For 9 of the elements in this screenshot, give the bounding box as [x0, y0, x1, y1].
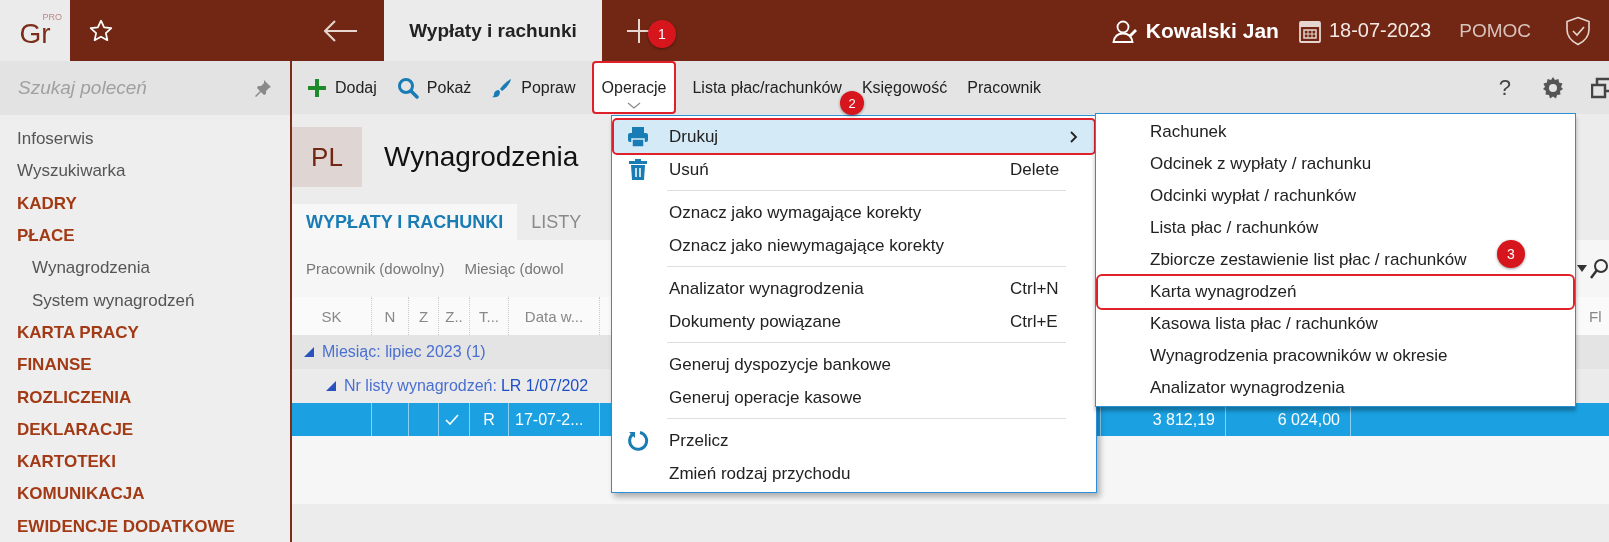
- table-cell: 3 812,19: [1152, 410, 1215, 429]
- group-label: Miesiąc: lipiec 2023 (1): [322, 343, 486, 361]
- table-cell: 6 024,00: [1277, 410, 1340, 429]
- group-label: Nr listy wynagrodzeń:: [344, 377, 497, 395]
- group-value: LR 1/07/202: [500, 377, 589, 395]
- page-title: Wynagrodzenia: [384, 141, 579, 173]
- table-cell: 17-07-2...: [515, 410, 584, 429]
- module-badge: PL: [292, 127, 362, 187]
- table-cell: R: [483, 410, 495, 429]
